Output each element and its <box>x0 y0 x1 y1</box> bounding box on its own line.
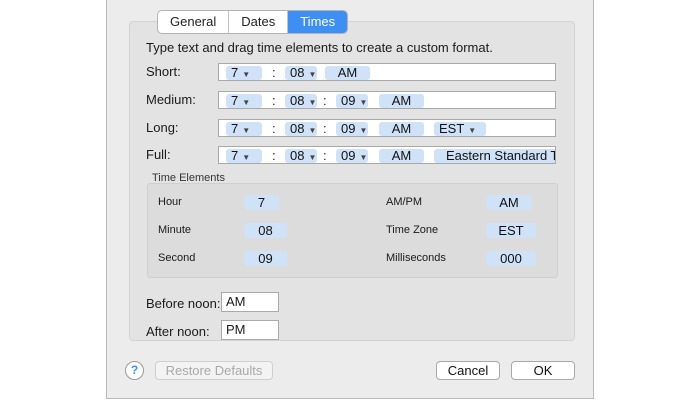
chevron-down-icon: ▼ <box>308 126 317 135</box>
tab-general[interactable]: General <box>158 11 230 33</box>
timezone-token-text: EST <box>439 121 465 136</box>
hour-element-label: Hour <box>158 196 182 208</box>
separator-text: : <box>272 93 276 108</box>
after-noon-label: After noon: <box>146 324 210 339</box>
separator-text: : <box>323 93 327 108</box>
milliseconds-element[interactable]: 000 <box>486 251 536 266</box>
help-button[interactable]: ? <box>125 361 144 380</box>
after-noon-input[interactable]: PM <box>221 320 279 340</box>
timezone-token[interactable]: EST ▼ <box>434 122 486 136</box>
hour-token-text: 7 <box>231 121 239 136</box>
second-token[interactable]: 09 ▼ <box>336 122 368 136</box>
medium-label: Medium: <box>146 92 196 107</box>
hour-element[interactable]: 7 <box>244 195 279 210</box>
chevron-down-icon: ▼ <box>242 98 251 107</box>
second-token-text: 09 <box>341 93 356 108</box>
hour-token[interactable]: 7 ▼ <box>226 94 262 108</box>
minute-token-text: 08 <box>290 93 305 108</box>
chevron-down-icon: ▼ <box>242 70 251 79</box>
chevron-down-icon: ▼ <box>359 126 368 135</box>
minute-token[interactable]: 08 ▼ <box>285 66 317 80</box>
chevron-down-icon: ▼ <box>359 153 368 162</box>
timezone-element-label: Time Zone <box>386 224 439 236</box>
ampm-token[interactable]: AM <box>379 149 424 163</box>
restore-defaults-button[interactable]: Restore Defaults <box>155 361 273 380</box>
chevron-down-icon: ▼ <box>308 98 317 107</box>
long-format-field[interactable]: 7 ▼ : 08 ▼ : 09 ▼ AM EST ▼ <box>218 119 556 137</box>
ampm-token[interactable]: AM <box>325 66 370 80</box>
minute-token[interactable]: 08 ▼ <box>285 122 317 136</box>
hour-token[interactable]: 7 ▼ <box>226 66 262 80</box>
full-label: Full: <box>146 147 171 162</box>
instructions-text: Type text and drag time elements to crea… <box>146 40 493 55</box>
hour-token-text: 7 <box>231 65 239 80</box>
separator-text: : <box>272 148 276 163</box>
second-element[interactable]: 09 <box>244 251 287 266</box>
minute-element-label: Minute <box>158 224 192 236</box>
cancel-button[interactable]: Cancel <box>436 361 500 380</box>
tab-times[interactable]: Times <box>288 11 348 33</box>
second-token-text: 09 <box>341 148 356 163</box>
tab-bar: General Dates Times <box>157 10 349 34</box>
minute-element[interactable]: 08 <box>244 223 287 238</box>
separator-text: : <box>272 121 276 136</box>
minute-token[interactable]: 08 ▼ <box>285 94 317 108</box>
hour-token[interactable]: 7 ▼ <box>226 122 262 136</box>
second-element-label: Second <box>158 252 196 264</box>
timezone-token[interactable]: Eastern Standard Ti <box>434 149 555 163</box>
hour-token-text: 7 <box>231 148 239 163</box>
separator-text: : <box>323 121 327 136</box>
timezone-element[interactable]: EST <box>486 223 536 238</box>
minute-token[interactable]: 08 ▼ <box>285 149 317 163</box>
chevron-down-icon: ▼ <box>359 98 368 107</box>
chevron-down-icon: ▼ <box>308 70 317 79</box>
separator-text: : <box>272 65 276 80</box>
short-format-field[interactable]: 7 ▼ : 08 ▼ AM <box>218 63 556 81</box>
ampm-element-label: AM/PM <box>386 196 423 208</box>
milliseconds-element-label: Milliseconds <box>386 252 446 264</box>
chevron-down-icon: ▼ <box>468 126 477 135</box>
hour-token-text: 7 <box>231 93 239 108</box>
medium-format-field[interactable]: 7 ▼ : 08 ▼ : 09 ▼ AM <box>218 91 556 109</box>
ampm-token[interactable]: AM <box>379 122 424 136</box>
before-noon-label: Before noon: <box>146 296 221 311</box>
chevron-down-icon: ▼ <box>242 153 251 162</box>
separator-text: : <box>323 148 327 163</box>
second-token[interactable]: 09 ▼ <box>336 149 368 163</box>
before-noon-input[interactable]: AM <box>221 292 279 312</box>
minute-token-text: 08 <box>290 121 305 136</box>
hour-token[interactable]: 7 ▼ <box>226 149 262 163</box>
chevron-down-icon: ▼ <box>308 153 317 162</box>
second-token-text: 09 <box>341 121 356 136</box>
short-label: Short: <box>146 64 181 79</box>
ok-button[interactable]: OK <box>511 361 575 380</box>
minute-token-text: 08 <box>290 148 305 163</box>
tab-dates[interactable]: Dates <box>229 11 289 33</box>
ampm-element[interactable]: AM <box>486 195 532 210</box>
minute-token-text: 08 <box>290 65 305 80</box>
long-label: Long: <box>146 120 179 135</box>
full-format-field[interactable]: 7 ▼ : 08 ▼ : 09 ▼ AM Eastern Standard Ti <box>218 146 556 164</box>
chevron-down-icon: ▼ <box>242 126 251 135</box>
second-token[interactable]: 09 ▼ <box>336 94 368 108</box>
ampm-token[interactable]: AM <box>379 94 424 108</box>
question-mark-icon: ? <box>130 363 139 377</box>
